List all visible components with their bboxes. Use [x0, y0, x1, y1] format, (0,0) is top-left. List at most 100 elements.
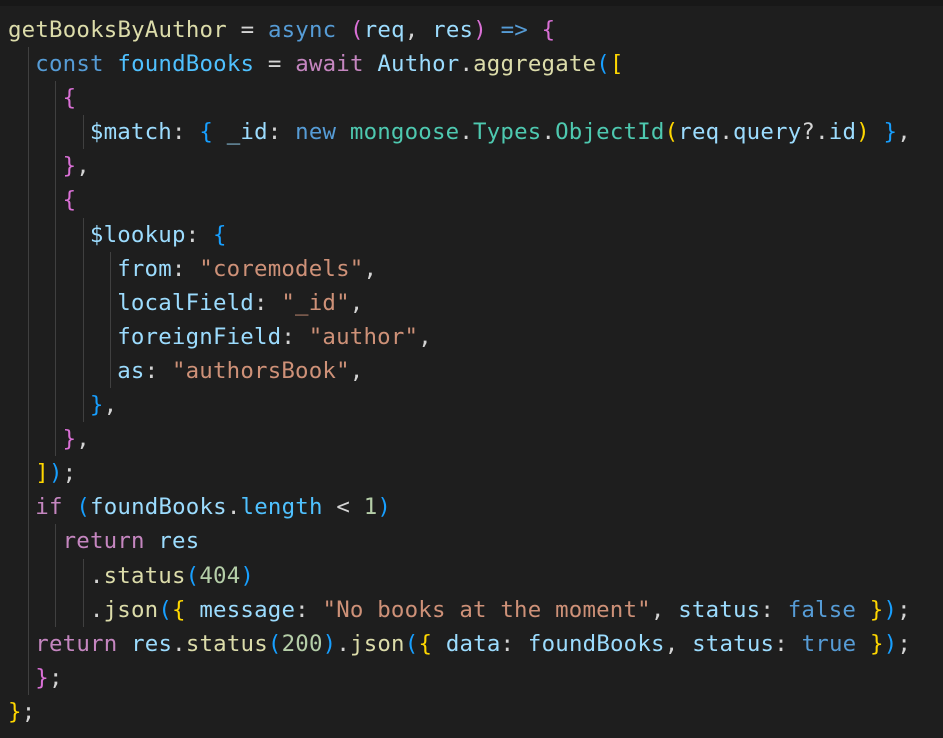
code-token: message: [199, 596, 296, 623]
code-token: ?.: [801, 119, 829, 146]
code-token: req: [678, 119, 720, 146]
code-line[interactable]: from: "coremodels",: [0, 251, 943, 286]
code-token: new: [295, 119, 337, 146]
code-token: :: [500, 630, 528, 657]
code-token: (: [664, 119, 679, 146]
code-token: }: [62, 153, 77, 180]
code-line[interactable]: as: "authorsBook",: [0, 353, 943, 389]
code-line[interactable]: };: [0, 695, 943, 729]
indent-guide: [28, 490, 29, 525]
indent-guide: [28, 422, 29, 457]
indent-guide: [28, 592, 29, 627]
code-token: localField: [117, 289, 254, 316]
code-token: }: [8, 698, 22, 725]
code-line[interactable]: ]);: [0, 456, 943, 491]
code-token: .: [459, 119, 474, 146]
code-line[interactable]: return res: [0, 524, 943, 559]
code-token: Author: [377, 51, 460, 78]
code-token: ): [883, 630, 898, 657]
code-line[interactable]: },: [0, 422, 943, 457]
code-token: ): [377, 494, 392, 521]
code-token: ,: [418, 323, 432, 350]
code-editor[interactable]: getBooksByAuthor = async (req, res) => {…: [0, 0, 943, 738]
code-token: Types: [473, 119, 542, 146]
code-token: .: [89, 596, 104, 623]
code-line[interactable]: const foundBooks = await Author.aggregat…: [0, 47, 943, 82]
indent-guide: [28, 626, 29, 661]
code-line[interactable]: {: [0, 81, 943, 116]
indent-guide: [28, 388, 29, 423]
code-area[interactable]: getBooksByAuthor = async (req, res) => {…: [0, 13, 943, 729]
indent-guide: [28, 217, 29, 252]
indent-guide: [82, 592, 84, 627]
code-line[interactable]: return res.status(200).json({ data: foun…: [0, 626, 943, 661]
code-token: false: [787, 596, 857, 623]
code-line[interactable]: $match: { _id: new mongoose.Types.Object…: [0, 115, 943, 150]
code-token: aggregate: [473, 51, 597, 78]
code-token: ): [322, 630, 337, 657]
code-token: ,: [404, 17, 433, 43]
code-token: :: [760, 596, 788, 623]
code-line[interactable]: };: [0, 660, 943, 695]
code-token: json: [103, 596, 159, 623]
code-token: ): [883, 596, 898, 623]
code-token: (: [158, 596, 172, 623]
code-token: "_id": [281, 289, 350, 316]
code-token: from: [117, 255, 172, 282]
code-line[interactable]: localField: "_id",: [0, 285, 943, 320]
code-token: ;: [21, 698, 36, 725]
code-token: {: [541, 17, 556, 43]
indent-guide: [55, 115, 57, 150]
code-line[interactable]: $lookup: {: [0, 217, 943, 252]
indent-guide: [28, 456, 29, 491]
code-line[interactable]: getBooksByAuthor = async (req, res) => {: [0, 13, 943, 47]
code-token: foundBooks: [527, 630, 665, 657]
code-token: (: [596, 51, 610, 78]
code-token: ,: [897, 119, 911, 146]
code-token: ;: [62, 460, 77, 487]
indent-guide: [55, 285, 57, 320]
indent-guide: [55, 183, 57, 218]
code-token: {: [213, 221, 227, 248]
code-token: req: [363, 17, 405, 43]
code-token: async: [267, 17, 337, 43]
indent-guide: [28, 660, 29, 695]
code-token: {: [62, 187, 77, 214]
code-token: :: [144, 357, 172, 384]
code-token: return: [35, 630, 118, 657]
code-line[interactable]: .json({ message: "No books at the moment…: [0, 592, 943, 627]
code-token: ObjectId: [555, 119, 665, 146]
code-token: :: [774, 630, 802, 657]
code-token: ): [48, 460, 63, 487]
indent-guide: [55, 81, 57, 116]
indent-guide: [28, 353, 29, 389]
code-line[interactable]: .status(404): [0, 558, 943, 593]
code-token: (: [404, 630, 419, 657]
code-token: data: [445, 630, 501, 657]
code-token: =: [254, 51, 296, 78]
code-token: const: [35, 51, 104, 78]
code-token: res: [131, 630, 173, 657]
code-line[interactable]: if (foundBooks.length < 1): [0, 490, 943, 525]
code-line[interactable]: },: [0, 388, 943, 423]
code-line[interactable]: foreignField: "author",: [0, 319, 943, 354]
indent-guide: [28, 558, 29, 593]
code-line[interactable]: },: [0, 149, 943, 184]
indent-guide: [82, 319, 84, 354]
code-token: {: [62, 85, 77, 112]
code-line[interactable]: {: [0, 183, 943, 218]
code-token: {: [199, 119, 214, 146]
indent-guide: [109, 319, 111, 354]
indent-guide: [28, 319, 29, 354]
code-token: return: [62, 528, 145, 555]
